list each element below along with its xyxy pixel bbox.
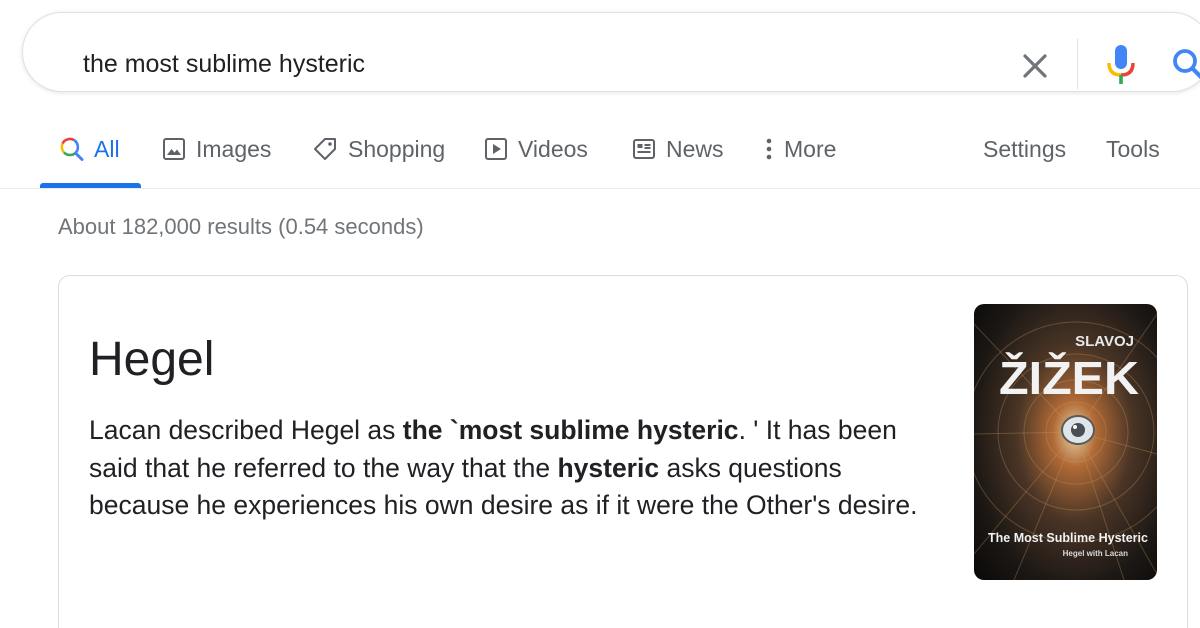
tab-videos[interactable]: Videos xyxy=(484,134,588,164)
image-icon xyxy=(163,138,185,160)
book-author-first: SLAVOJ xyxy=(1075,333,1134,350)
result-stats: About 182,000 results (0.54 seconds) xyxy=(58,214,424,239)
snippet-description: Lacan described Hegel as the `most subli… xyxy=(89,412,929,525)
tab-label: Shopping xyxy=(348,135,446,162)
tab-shopping[interactable]: Shopping xyxy=(312,134,445,164)
search-bar[interactable]: the most sublime hysteric xyxy=(22,12,1200,92)
search-input[interactable]: the most sublime hysteric xyxy=(83,47,365,81)
play-icon xyxy=(485,138,507,160)
search-divider xyxy=(1077,39,1078,89)
book-cover-image[interactable]: SLAVOJ ŽIŽEK The Most Sublime Hysteric H… xyxy=(974,304,1157,580)
snippet-highlight: the `most sublime hysteric xyxy=(402,415,739,445)
snippet-text: Lacan described Hegel as xyxy=(89,415,403,445)
tab-images[interactable]: Images xyxy=(162,134,271,164)
settings-link[interactable]: Settings xyxy=(983,134,1066,164)
microphone-icon xyxy=(1107,45,1135,84)
search-icon xyxy=(1173,49,1200,79)
tabs-divider xyxy=(0,188,1200,189)
search-icon xyxy=(60,137,84,161)
tab-label: News xyxy=(666,135,724,162)
search-button[interactable] xyxy=(1169,45,1200,85)
tab-news[interactable]: News xyxy=(632,134,724,164)
tab-all[interactable]: All xyxy=(58,134,120,164)
book-author-last: ŽIŽEK xyxy=(999,352,1139,404)
book-title: The Most Sublime Hysteric xyxy=(988,531,1148,545)
close-icon xyxy=(1023,54,1047,78)
vertical-dots-icon xyxy=(766,138,772,160)
book-subtitle: Hegel with Lacan xyxy=(1063,549,1128,558)
newspaper-icon xyxy=(633,139,655,159)
search-tabs: All Images Shopping Videos News More Set… xyxy=(0,120,1200,188)
snippet-highlight: hysteric xyxy=(557,452,660,483)
tab-label: More xyxy=(784,135,837,162)
tab-more[interactable]: More xyxy=(762,134,836,164)
tag-icon xyxy=(314,138,336,160)
voice-search-button[interactable] xyxy=(1103,43,1139,87)
snippet-title[interactable]: Hegel xyxy=(89,332,214,387)
featured-snippet-card: Hegel Lacan described Hegel as the `most… xyxy=(58,275,1188,628)
tab-label: Videos xyxy=(518,135,588,162)
tab-label: All xyxy=(94,135,120,162)
tools-link[interactable]: Tools xyxy=(1106,134,1160,164)
book-cover-art: SLAVOJ ŽIŽEK The Most Sublime Hysteric H… xyxy=(974,304,1157,580)
tab-label: Images xyxy=(196,135,272,162)
clear-button[interactable] xyxy=(1015,46,1055,86)
